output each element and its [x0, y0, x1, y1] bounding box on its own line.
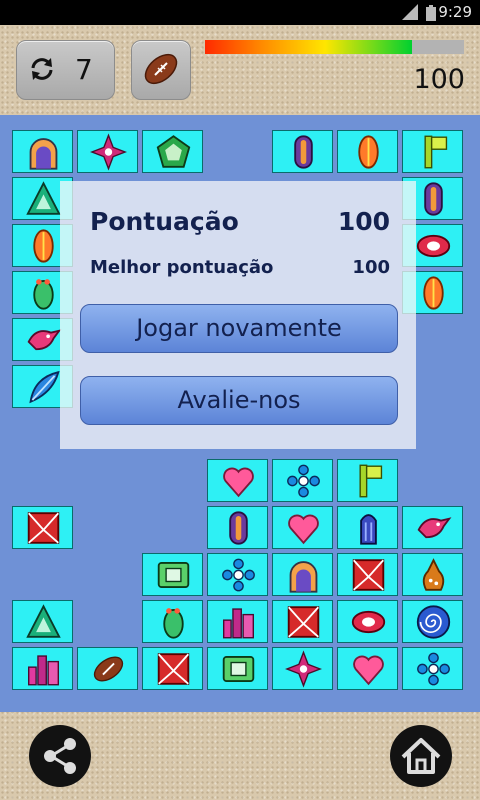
share-icon — [44, 738, 76, 774]
board-tile[interactable] — [207, 553, 268, 596]
leaf-icon — [358, 135, 379, 169]
score-label: Pontuação — [90, 207, 239, 236]
envelope-icon — [352, 559, 385, 591]
onion-icon — [422, 558, 445, 591]
board-tile[interactable] — [337, 459, 398, 502]
heart-icon — [288, 514, 319, 545]
play-again-button[interactable]: Jogar novamente — [80, 304, 398, 353]
foot-icon — [33, 279, 54, 310]
envelope-icon — [157, 653, 190, 685]
flower-icon — [287, 464, 320, 498]
bird-icon — [27, 329, 62, 351]
home-button[interactable] — [390, 725, 452, 787]
board-tile[interactable] — [337, 553, 398, 596]
flag-icon — [359, 464, 383, 498]
flag-icon — [424, 135, 448, 169]
shuffle-icon — [31, 58, 53, 80]
best-score-label: Melhor pontuação — [90, 257, 274, 278]
envelope-icon — [27, 512, 60, 544]
board-tile[interactable] — [272, 553, 333, 596]
hint-button[interactable] — [131, 40, 191, 100]
board-tile[interactable] — [12, 600, 73, 643]
cross-icon — [285, 650, 322, 688]
board-tile[interactable] — [337, 506, 398, 549]
board-tile[interactable] — [207, 459, 268, 502]
feather-icon — [29, 370, 60, 404]
capsule-icon — [424, 182, 443, 216]
board-tile[interactable] — [337, 130, 398, 173]
board-tile[interactable] — [272, 600, 333, 643]
board-tile[interactable] — [142, 600, 203, 643]
score-value: 100 — [337, 207, 390, 236]
status-time: 9:29 — [438, 3, 472, 21]
capsule-icon — [229, 511, 248, 545]
board-tile[interactable] — [402, 553, 463, 596]
spiral-icon — [416, 605, 451, 639]
progress-fill — [205, 40, 413, 54]
heart-icon — [353, 655, 384, 686]
chip-icon — [222, 656, 255, 682]
board-tile[interactable] — [337, 600, 398, 643]
board-tile[interactable] — [207, 600, 268, 643]
triangle-icon — [26, 181, 61, 215]
flower-icon — [417, 652, 450, 686]
score-display: 100 — [413, 64, 465, 95]
flower-icon — [222, 558, 255, 592]
tower-icon — [360, 514, 377, 545]
progress-bar — [205, 40, 464, 54]
football-icon — [93, 656, 124, 682]
board-tile[interactable] — [272, 459, 333, 502]
dome-icon — [29, 138, 58, 170]
cross-icon — [90, 133, 127, 171]
eye-icon — [416, 234, 451, 258]
leaf-icon — [33, 229, 54, 263]
board-tile[interactable] — [142, 130, 203, 173]
city-icon — [223, 608, 254, 639]
board-tile[interactable] — [12, 647, 73, 690]
shuffle-count: 7 — [75, 53, 93, 86]
capsule-icon — [294, 135, 313, 169]
status-bar: 9:29 — [0, 0, 480, 25]
city-icon — [28, 655, 59, 686]
leaf-icon — [423, 276, 444, 310]
envelope-icon — [287, 606, 320, 638]
triangle-icon — [26, 604, 61, 638]
foot-icon — [163, 608, 184, 639]
rate-us-button[interactable]: Avalie-nos — [80, 376, 398, 425]
pentagon-icon — [156, 135, 191, 168]
eye-icon — [351, 610, 386, 634]
board-tile[interactable] — [12, 130, 73, 173]
bird-icon — [417, 517, 452, 539]
game-over-panel: Pontuação 100 Melhor pontuação 100 Jogar… — [60, 181, 416, 449]
dome-icon — [289, 561, 318, 593]
board-tile[interactable] — [272, 506, 333, 549]
board-tile[interactable] — [402, 130, 463, 173]
chip-icon — [157, 562, 190, 588]
best-score-value: 100 — [352, 257, 390, 278]
battery-icon — [426, 5, 436, 21]
board-tile[interactable] — [272, 647, 333, 690]
board-tile[interactable] — [402, 647, 463, 690]
football-icon — [144, 53, 178, 85]
board-tile[interactable] — [337, 647, 398, 690]
heart-icon — [223, 467, 254, 498]
shuffle-button[interactable]: 7 — [16, 40, 115, 100]
board-tile[interactable] — [142, 647, 203, 690]
home-icon — [401, 738, 441, 774]
share-button[interactable] — [29, 725, 91, 787]
board-tile[interactable] — [77, 130, 138, 173]
board-tile[interactable] — [402, 506, 463, 549]
board-tile[interactable] — [207, 647, 268, 690]
board-tile[interactable] — [142, 553, 203, 596]
signal-icon — [402, 4, 418, 20]
board-tile[interactable] — [207, 506, 268, 549]
board-tile[interactable] — [12, 506, 73, 549]
board-tile[interactable] — [272, 130, 333, 173]
board-tile[interactable] — [402, 600, 463, 643]
board-tile[interactable] — [77, 647, 138, 690]
